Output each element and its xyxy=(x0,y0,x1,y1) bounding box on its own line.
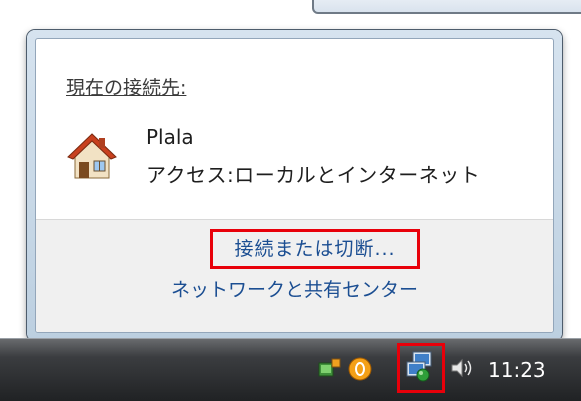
network-status-icon[interactable] xyxy=(405,350,435,384)
network-status-popup: 現在の接続先: Plala アクセス:ローカルとインターネット 接続または切断.… xyxy=(27,30,562,341)
network-access: アクセス:ローカルとインターネット xyxy=(146,163,481,187)
connect-or-disconnect-link[interactable]: 接続または切断... xyxy=(210,229,420,269)
system-clock[interactable]: 11:23 xyxy=(488,358,546,382)
volume-icon[interactable] xyxy=(450,356,474,380)
background-window-edge xyxy=(312,0,581,14)
network-adapter-icon[interactable] xyxy=(318,357,342,381)
house-icon xyxy=(67,133,117,179)
shield-o-icon[interactable] xyxy=(348,356,372,382)
network-name: Plala xyxy=(146,125,194,149)
popup-content: 現在の接続先: Plala アクセス:ローカルとインターネット 接続または切断.… xyxy=(35,38,554,333)
network-sharing-center-link[interactable]: ネットワークと共有センター xyxy=(36,275,553,302)
current-connection-header[interactable]: 現在の接続先: xyxy=(66,73,186,100)
